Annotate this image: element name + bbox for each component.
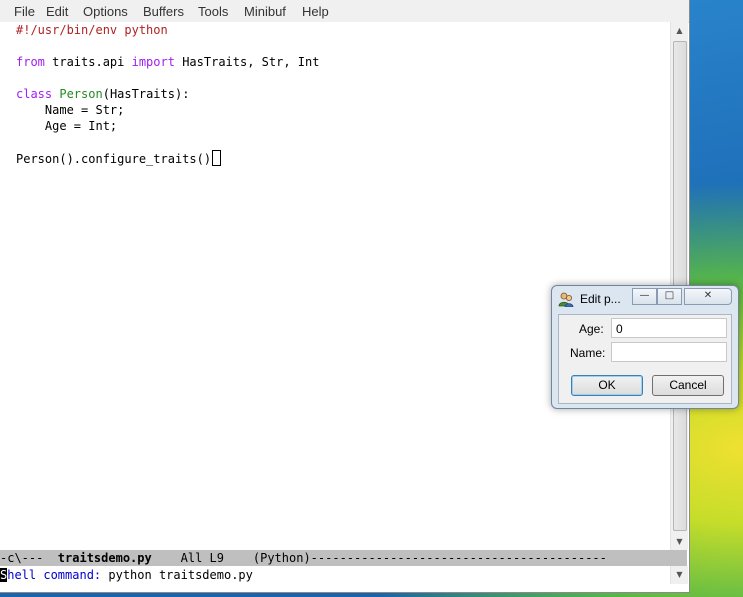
class-name: Person (59, 87, 103, 101)
name-label: Name: (570, 346, 606, 360)
ok-button[interactable]: OK (571, 375, 643, 396)
minimize-button[interactable]: — (632, 288, 657, 305)
code-line-5: class Person(HasTraits): (16, 86, 189, 102)
modeline-position: All L9 (151, 551, 253, 565)
minibuffer-prompt: hell command: (7, 568, 102, 582)
close-icon: ✕ (703, 290, 713, 301)
keyword-import: import (131, 55, 175, 69)
menu-minibuf[interactable]: Minibuf (244, 4, 286, 19)
dialog-titlebar[interactable]: Edit p... — □ ✕ (552, 286, 738, 312)
users-icon (558, 292, 574, 307)
cancel-button[interactable]: Cancel (652, 375, 724, 396)
code-line-1: #!/usr/bin/env python (16, 23, 168, 37)
menu-bar: File Edit Options Buffers Tools Minibuf … (0, 0, 689, 23)
code-line-9: Person().configure_traits() (16, 150, 222, 166)
modeline-status: -c\--- (0, 551, 58, 565)
modeline-fill: ----------------------------------------… (310, 551, 607, 565)
keyword-class: class (16, 87, 53, 101)
menu-buffers[interactable]: Buffers (143, 4, 184, 19)
minibuffer[interactable]: Shell command: python traitsdemo.py (0, 566, 670, 584)
code-line-7: Age = Int; (16, 119, 118, 133)
code-line-6: Name = Str; (16, 103, 125, 117)
module-path: traits.api (44, 55, 132, 69)
class-bases: (HasTraits): (102, 87, 190, 101)
menu-options[interactable]: Options (83, 4, 128, 19)
mode-line: -c\--- traitsdemo.py All L9 (Python)----… (0, 550, 687, 566)
minibuffer-input[interactable]: python traitsdemo.py (101, 568, 253, 582)
code-line-3: from traits.api import HasTraits, Str, I… (16, 54, 319, 70)
age-label: Age: (579, 322, 604, 336)
menu-help[interactable]: Help (302, 4, 329, 19)
edit-person-dialog: Edit p... — □ ✕ Age: 0 Name: OK Cancel (551, 285, 739, 409)
code-line-9-text: Person().configure_traits() (16, 152, 212, 166)
import-names: HasTraits, Str, Int (174, 55, 320, 69)
age-field[interactable]: 0 (611, 318, 727, 338)
menu-file[interactable]: File (14, 4, 35, 19)
dialog-title: Edit p... (580, 292, 621, 306)
menu-tools[interactable]: Tools (198, 4, 228, 19)
name-field[interactable] (611, 342, 727, 362)
keyword-from: from (16, 55, 45, 69)
dialog-body: Age: 0 Name: OK Cancel (558, 314, 732, 404)
close-button[interactable]: ✕ (684, 288, 732, 305)
menu-edit[interactable]: Edit (46, 4, 68, 19)
maximize-icon: □ (664, 290, 675, 301)
scroll-down-arrow-icon[interactable]: ▼ (671, 533, 688, 550)
minibuffer-scroll-down-icon[interactable]: ▼ (670, 566, 688, 584)
minimize-icon: — (639, 290, 650, 301)
modeline-major-mode: (Python) (252, 551, 311, 565)
text-cursor (212, 150, 222, 166)
scroll-up-arrow-icon[interactable]: ▲ (671, 22, 688, 39)
maximize-button[interactable]: □ (657, 288, 682, 305)
modeline-buffer-name: traitsdemo.py (57, 551, 152, 565)
